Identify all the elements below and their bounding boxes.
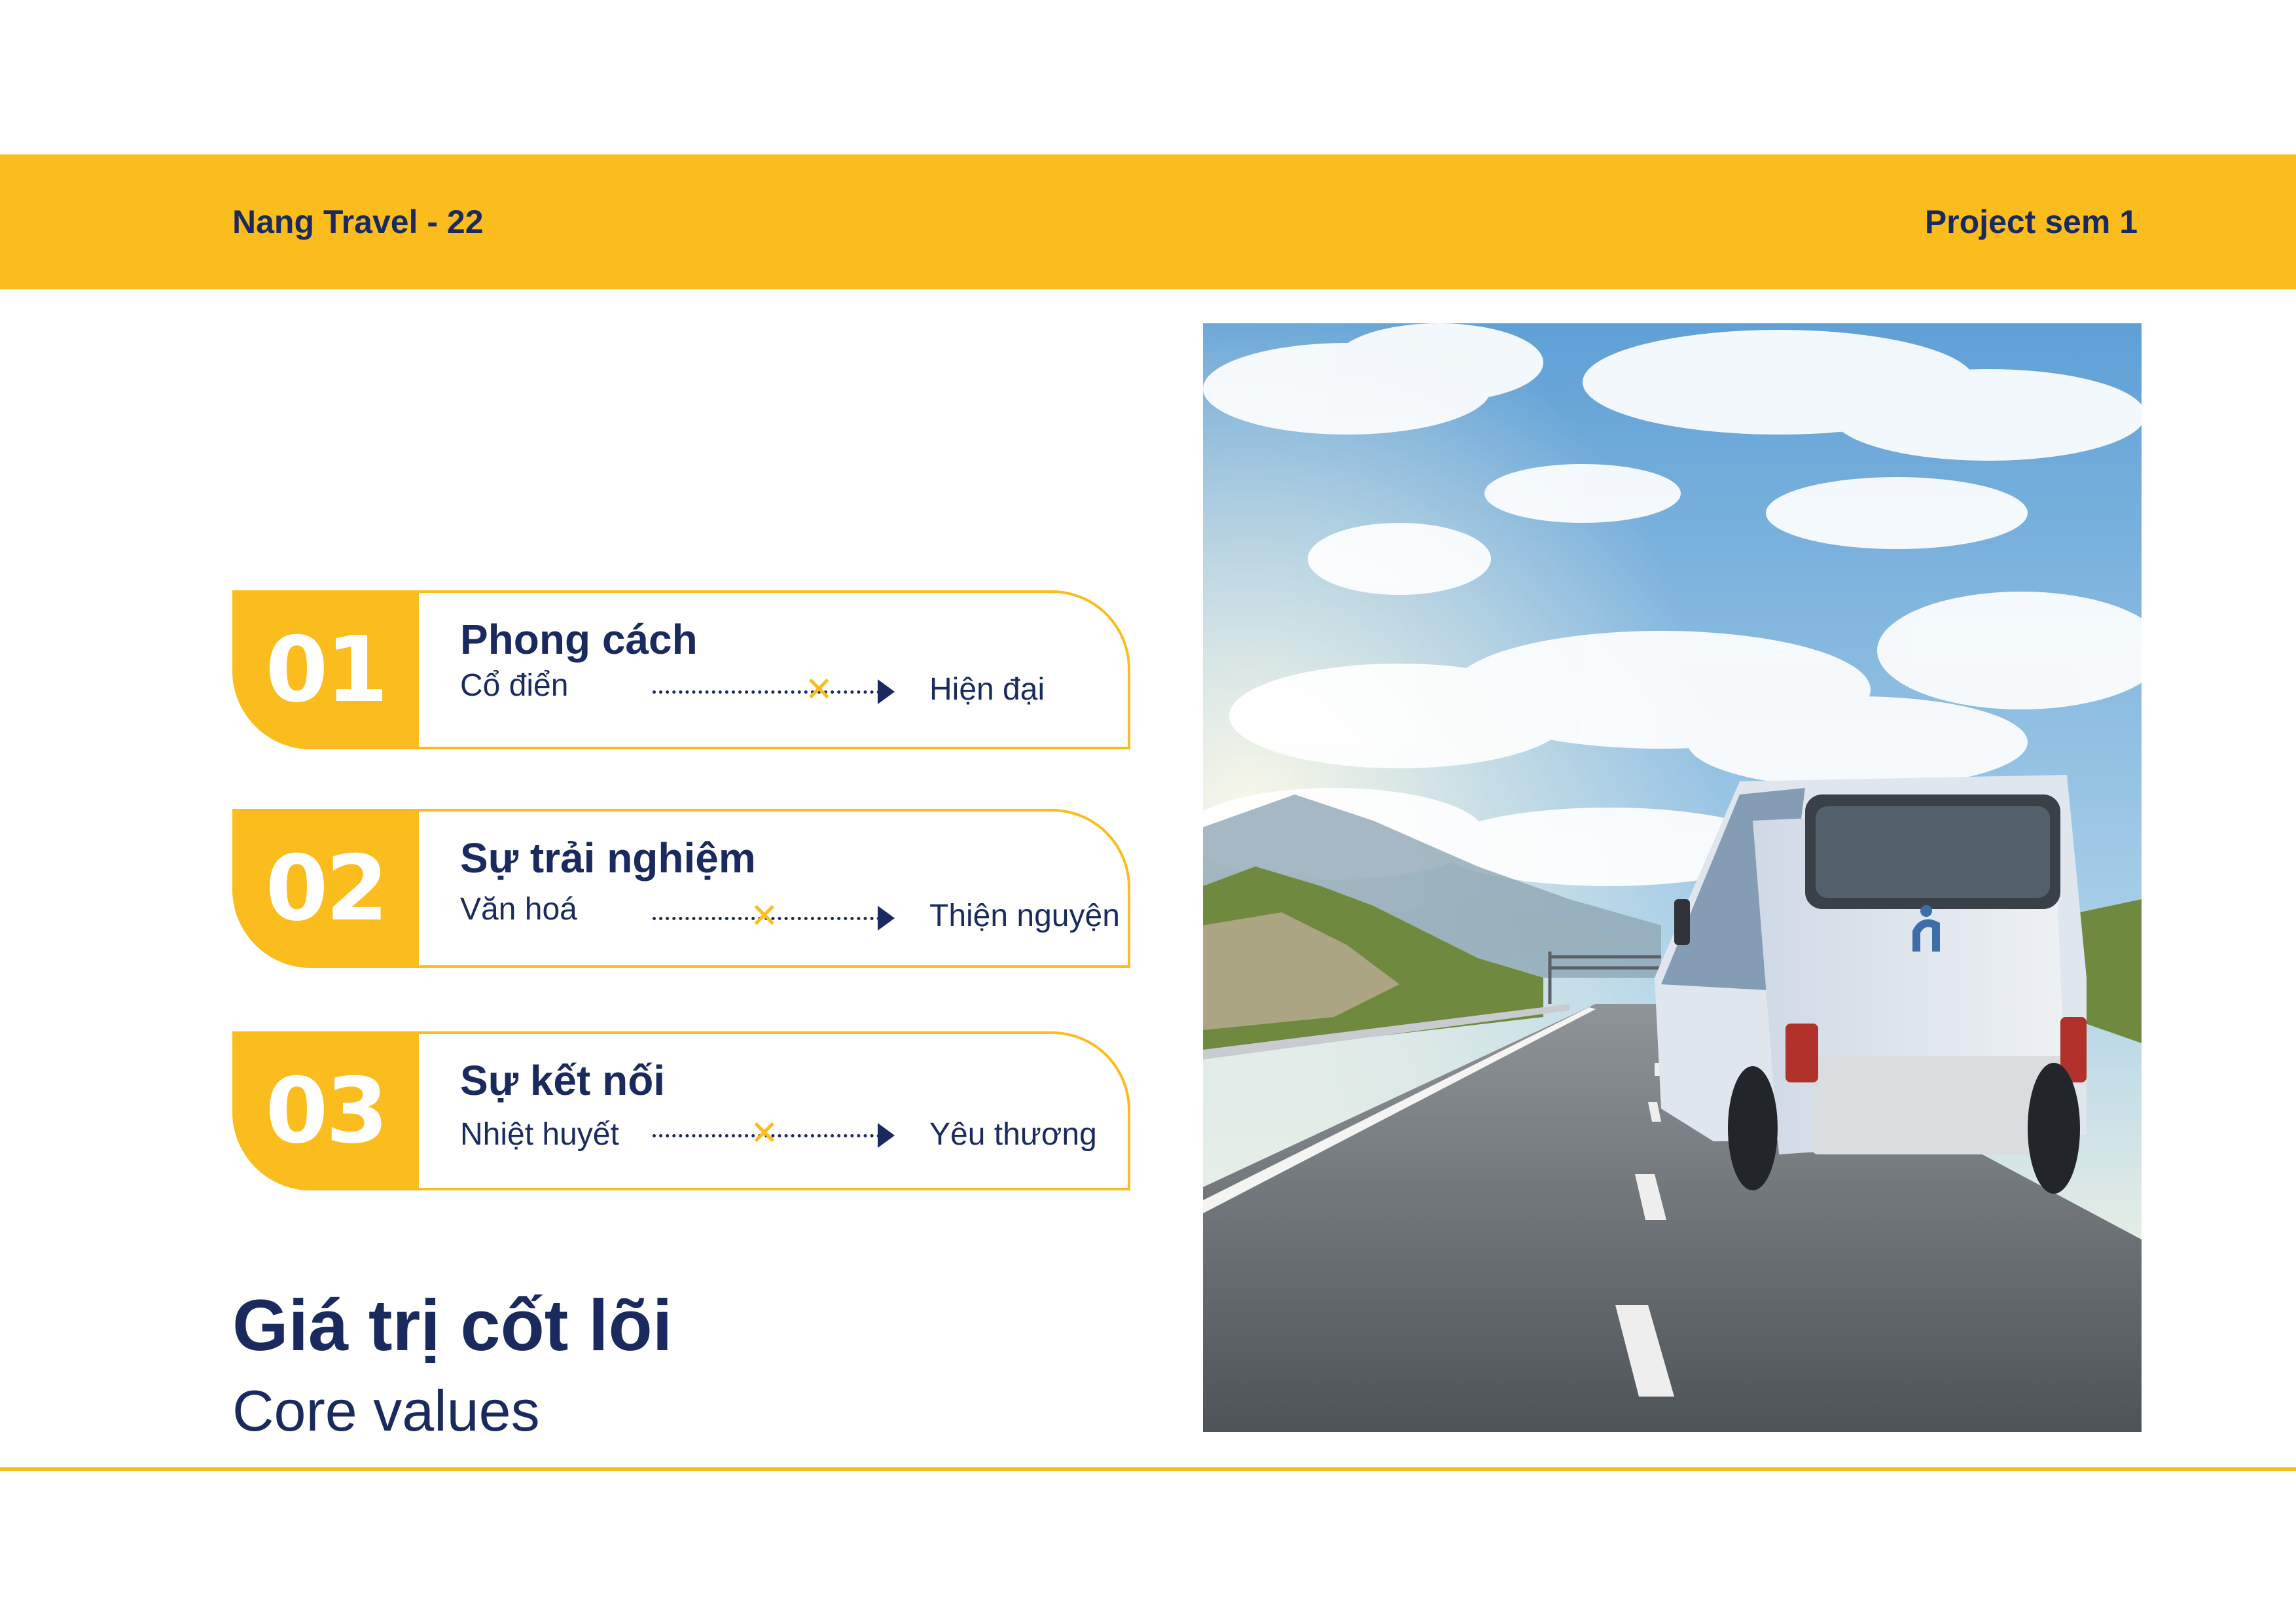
number-badge: 02 xyxy=(232,809,419,968)
scale-end-label: Yêu thương xyxy=(929,1117,1097,1152)
section-subheading: Core values xyxy=(232,1378,540,1443)
value-number: 03 xyxy=(265,1058,388,1164)
value-number: 02 xyxy=(265,836,388,941)
scale-start-label: Văn hoá xyxy=(460,892,577,927)
bus-photo xyxy=(1203,323,2142,1432)
bus xyxy=(1655,775,2087,1194)
dotted-line xyxy=(653,690,880,694)
value-card-1: 01 Phong cách Cổ điển ✕ Hiện đại xyxy=(232,590,1130,749)
scale-track: ✕ xyxy=(653,673,895,707)
x-marker-icon: ✕ xyxy=(804,670,834,709)
brand-title: Nang Travel - 22 xyxy=(232,204,484,240)
value-card-3: 03 Sự kết nối Nhiệt huyết ✕ Yêu thương xyxy=(232,1031,1130,1190)
value-title: Phong cách xyxy=(460,616,698,663)
value-title: Sự kết nối xyxy=(460,1057,666,1104)
value-number: 01 xyxy=(265,617,388,722)
bottom-divider xyxy=(0,1467,2296,1471)
scale-end-label: Thiện nguyện xyxy=(929,899,1120,933)
scale-start-label: Nhiệt huyết xyxy=(460,1117,619,1152)
value-title: Sự trải nghiệm xyxy=(460,834,756,882)
arrow-icon xyxy=(878,906,895,931)
scale-start-label: Cổ điển xyxy=(460,668,569,703)
value-card-2: 02 Sự trải nghiệm Văn hoá ✕ Thiện nguyện xyxy=(232,809,1130,968)
section-heading: Giá trị cốt lõi xyxy=(232,1285,673,1366)
x-marker-icon: ✕ xyxy=(750,1114,779,1153)
arrow-icon xyxy=(878,679,895,704)
arrow-icon xyxy=(878,1123,895,1148)
scale-track: ✕ xyxy=(653,1116,895,1150)
number-badge: 01 xyxy=(232,590,419,749)
x-marker-icon: ✕ xyxy=(750,897,779,936)
scale-track: ✕ xyxy=(653,899,895,933)
scale-end-label: Hiện đại xyxy=(929,672,1045,707)
project-label: Project sem 1 xyxy=(1924,204,2138,240)
number-badge: 03 xyxy=(232,1031,419,1190)
